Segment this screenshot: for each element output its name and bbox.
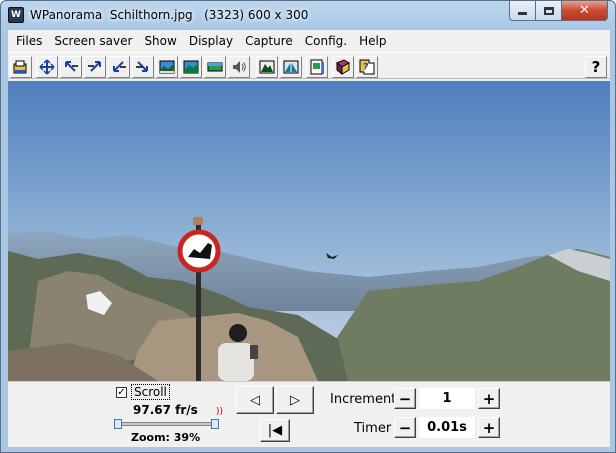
- panorama-image[interactable]: [8, 81, 610, 381]
- scroll-left-down-button[interactable]: [108, 56, 130, 78]
- panorama-view-button[interactable]: [156, 56, 178, 78]
- scroll-right-down-button[interactable]: [132, 56, 154, 78]
- signpost-top: [193, 217, 203, 225]
- menu-show[interactable]: Show: [138, 32, 182, 50]
- person-head: [229, 324, 247, 342]
- document-button[interactable]: [306, 56, 328, 78]
- timer-value[interactable]: 0.01s: [419, 417, 475, 438]
- skip-to-start-icon: |◀: [267, 423, 283, 438]
- plus-icon: +: [482, 418, 496, 437]
- mountain-peak-icon: [283, 60, 299, 74]
- scroll-right-up-button[interactable]: [84, 56, 106, 78]
- title-bar[interactable]: W WPanorama Schilthorn.jpg (3323) 600 x …: [1, 1, 615, 29]
- scroll-label[interactable]: Scroll: [131, 384, 170, 400]
- increment-value[interactable]: 1: [419, 388, 475, 409]
- scroll-left-up-button[interactable]: [60, 56, 82, 78]
- mountain-peak-button[interactable]: [280, 56, 302, 78]
- sound-icon: [233, 61, 246, 73]
- sound-button[interactable]: [228, 56, 250, 78]
- maximize-icon: [543, 6, 554, 15]
- scroll-left-down-icon: [113, 61, 126, 72]
- book-button[interactable]: [332, 56, 354, 78]
- document-icon: [310, 59, 324, 75]
- zoom-slider-right-thumb[interactable]: [211, 419, 219, 429]
- increment-label: Increment: [330, 392, 397, 407]
- scroll-left-up-icon: [65, 61, 78, 72]
- triangle-left-icon: ◁: [250, 392, 260, 408]
- check-icon: ✓: [117, 387, 126, 398]
- panorama-strip-button[interactable]: [204, 56, 226, 78]
- minimize-button[interactable]: [509, 1, 536, 21]
- timer-label: Timer: [354, 421, 392, 436]
- help-icon: ?: [591, 58, 601, 76]
- scroll-right-up-icon: [88, 61, 101, 72]
- first-button[interactable]: |◀: [260, 419, 290, 442]
- minus-icon: −: [398, 418, 412, 437]
- frame-rate: 97.67 fr/s: [133, 403, 198, 417]
- center-icon: [39, 59, 55, 75]
- toolbar: ? ?: [8, 52, 610, 79]
- close-button[interactable]: ✕: [561, 1, 608, 21]
- minimize-icon: [518, 12, 527, 15]
- zoom-label: Zoom: 39%: [131, 431, 201, 444]
- no-heels-sign: [177, 229, 221, 273]
- info-icon: ?: [359, 59, 375, 75]
- info-button[interactable]: ?: [356, 56, 378, 78]
- close-icon: ✕: [579, 3, 590, 18]
- open-file-button[interactable]: [10, 56, 32, 78]
- speaker-icon: )): [216, 407, 224, 417]
- next-button[interactable]: ▷: [276, 386, 314, 414]
- panorama-view-icon: [159, 60, 175, 74]
- menu-bar: Files Screen saver Show Display Capture …: [8, 30, 610, 51]
- person-camera: [250, 345, 258, 359]
- center-button[interactable]: [36, 56, 58, 78]
- scroll-checkbox[interactable]: ✓: [116, 387, 127, 398]
- open-file-icon: [13, 60, 27, 74]
- maximize-button[interactable]: [535, 1, 562, 21]
- zoom-slider-left-thumb[interactable]: [114, 419, 122, 429]
- triangle-right-icon: ▷: [290, 392, 300, 408]
- plus-icon: +: [482, 389, 496, 408]
- app-window: W WPanorama Schilthorn.jpg (3323) 600 x …: [0, 0, 616, 453]
- panorama-view-2-button[interactable]: [180, 56, 202, 78]
- client-area: Files Screen saver Show Display Capture …: [8, 30, 610, 447]
- window-title: WPanorama Schilthorn.jpg (3323) 600 x 30…: [30, 8, 309, 22]
- menu-display[interactable]: Display: [183, 32, 239, 50]
- menu-help[interactable]: Help: [353, 32, 392, 50]
- minus-icon: −: [398, 389, 412, 408]
- panorama-view-2-icon: [183, 60, 199, 74]
- increment-minus-button[interactable]: −: [394, 388, 416, 409]
- timer-plus-button[interactable]: +: [478, 417, 500, 438]
- panorama-strip-icon: [207, 62, 223, 72]
- person-body: [218, 343, 254, 381]
- menu-files[interactable]: Files: [10, 32, 48, 50]
- mountain-icon: [259, 60, 275, 74]
- wpanorama-app-icon[interactable]: W: [8, 7, 24, 23]
- previous-button[interactable]: ◁: [236, 386, 274, 414]
- zoom-slider-track[interactable]: [118, 422, 215, 426]
- menu-config[interactable]: Config.: [299, 32, 353, 50]
- timer-minus-button[interactable]: −: [394, 417, 416, 438]
- mountain-button[interactable]: [256, 56, 278, 78]
- book-icon: [336, 59, 350, 75]
- panorama-canvas: [8, 81, 610, 381]
- menu-screen-saver[interactable]: Screen saver: [48, 32, 138, 50]
- increment-plus-button[interactable]: +: [478, 388, 500, 409]
- scroll-right-down-icon: [136, 61, 148, 72]
- control-panel: ✓ Scroll 97.67 fr/s )) Zoom: 39% ◁ ▷ |◀ …: [8, 381, 610, 447]
- menu-capture[interactable]: Capture: [239, 32, 299, 50]
- help-button[interactable]: ?: [585, 56, 607, 78]
